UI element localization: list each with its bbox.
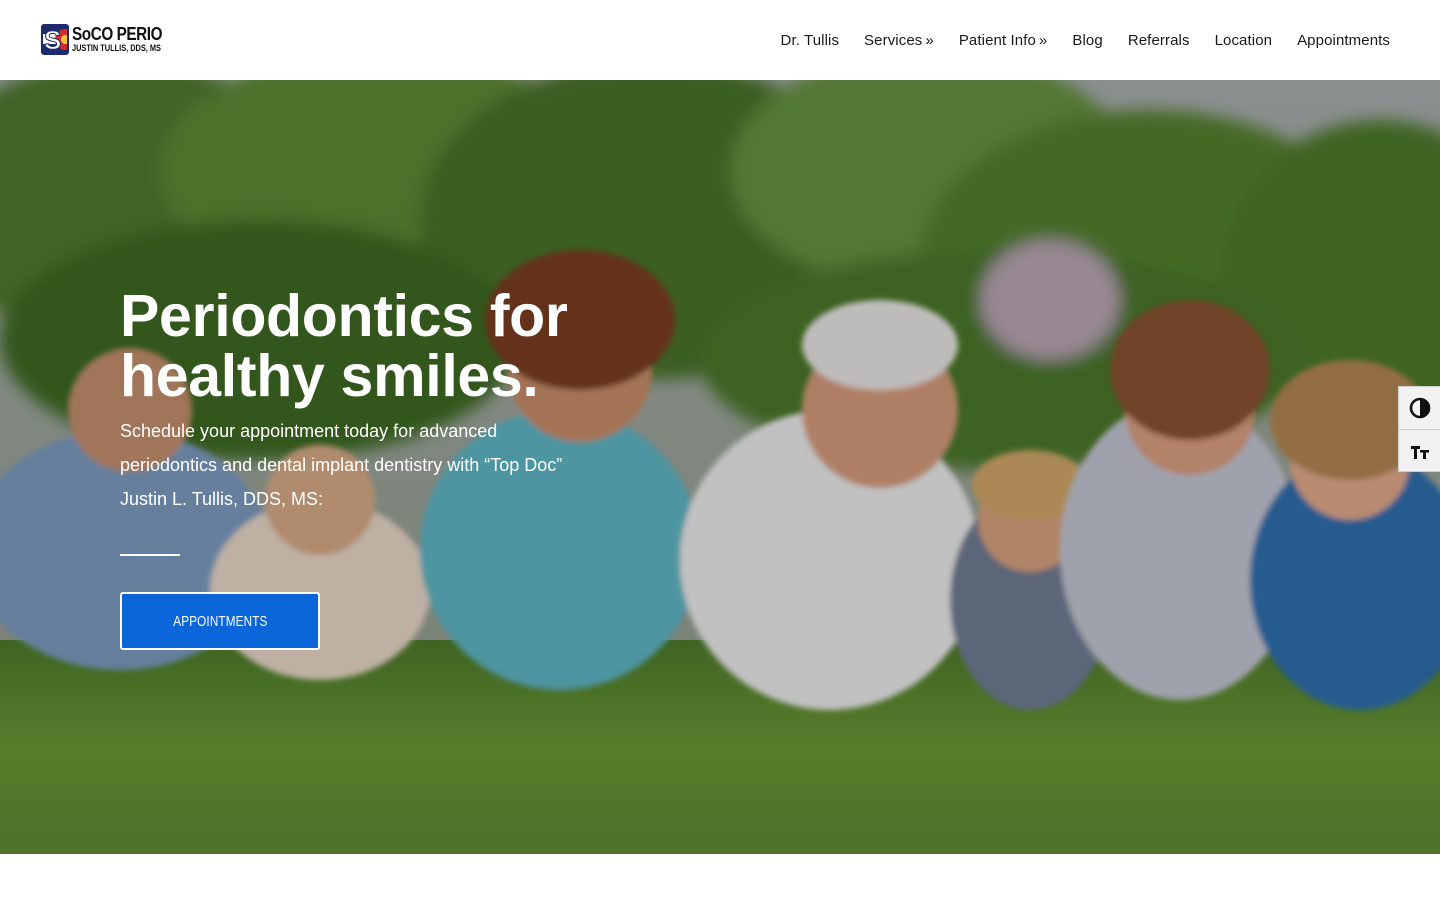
nav-item-label: Services [864,31,923,49]
site-header: S SoCO PERIO JUSTIN TULLIS, DDS, MS Dr. … [0,0,1440,80]
appointments-button[interactable]: APPOINTMENTS [120,592,320,650]
nav-item-label: Referrals [1127,31,1190,49]
nav-item-label: Dr. Tullis [780,31,840,49]
nav-item-blog[interactable]: Blog [1072,32,1102,49]
hero-text-line: Schedule your appointment today for adva… [120,421,498,441]
logo-mark-icon: S [41,23,70,55]
appointments-button-label: APPOINTMENTS [172,612,268,630]
hero-text-line: periodontics and dental implant dentistr… [120,455,563,475]
logo-name: SoCO PERIO [72,24,163,44]
nav-item-dr-tullis[interactable]: Dr. Tullis [781,32,840,49]
hero-title-line: Periodontics for [120,283,568,349]
hero-banner: Periodontics for healthy smiles. Schedul… [0,80,1440,854]
accessibility-toolbar [1398,386,1440,472]
contrast-toggle-button[interactable] [1399,387,1440,429]
hero-divider [120,554,180,556]
text-size-icon [1410,445,1429,459]
nav-item-patient-info[interactable]: Patient Info» [959,32,1048,49]
submenu-arrow-icon: » [1038,31,1048,49]
nav-item-label: Location [1214,31,1273,49]
contrast-icon [1409,397,1430,419]
main-nav: Dr. Tullis Services» Patient Info» Blog … [781,28,1390,52]
hero-title-line: healthy smiles. [120,343,539,409]
nav-item-referrals[interactable]: Referrals [1128,32,1190,49]
nav-item-label: Appointments [1297,31,1390,49]
site-logo[interactable]: S SoCO PERIO JUSTIN TULLIS, DDS, MS [41,22,181,56]
submenu-arrow-icon: » [925,31,934,49]
nav-item-label: Blog [1072,31,1103,49]
nav-item-location[interactable]: Location [1215,32,1273,49]
logo-subtitle: JUSTIN TULLIS, DDS, MS [72,43,162,53]
page-below-hero [0,854,1440,900]
hero-text-line: Justin L. Tullis, DDS, MS: [120,489,324,509]
hero-title: Periodontics for healthy smiles. [120,286,720,406]
logo-mark-letter: S [43,24,62,55]
logo-text: SoCO PERIO JUSTIN TULLIS, DDS, MS [72,25,181,53]
font-size-button[interactable] [1399,429,1440,471]
hero-description: Schedule your appointment today for adva… [120,414,600,516]
nav-item-services[interactable]: Services» [864,32,934,49]
nav-item-label: Patient Info [958,31,1036,49]
nav-item-appointments[interactable]: Appointments [1297,32,1390,49]
